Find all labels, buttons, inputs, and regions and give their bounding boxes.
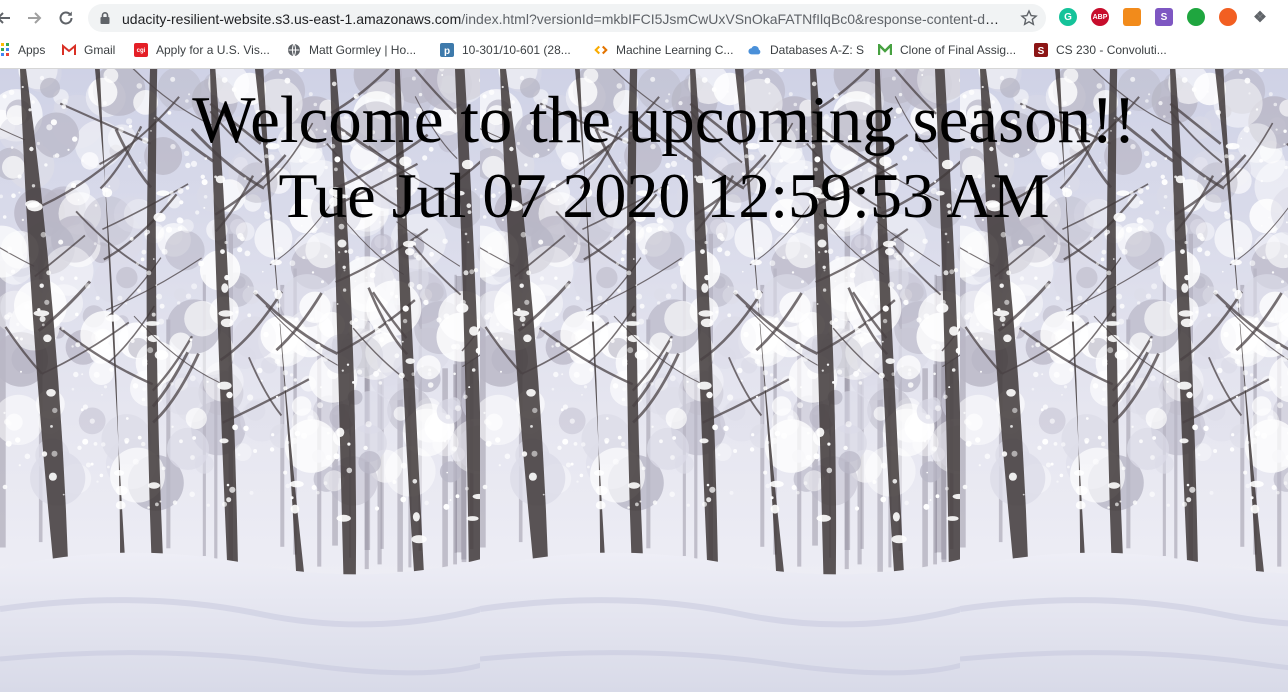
bookmark-label: 10-301/10-601 (28...: [462, 43, 571, 57]
bookmark-item[interactable]: Clone of Final Assig...: [878, 41, 1016, 59]
browser-chrome: udacity-resilient-website.s3.us-east-1.a…: [0, 0, 1288, 69]
piazza-icon: p: [440, 43, 454, 57]
extensions-puzzle-icon[interactable]: ❖: [1251, 8, 1269, 26]
globe-icon: [287, 43, 301, 57]
browser-toolbar: udacity-resilient-website.s3.us-east-1.a…: [0, 0, 1288, 36]
colab-icon: [594, 43, 608, 57]
url-text[interactable]: udacity-resilient-website.s3.us-east-1.a…: [122, 10, 1002, 28]
reload-button[interactable]: [54, 6, 78, 30]
forward-arrow-icon: [28, 12, 42, 24]
address-bar[interactable]: udacity-resilient-website.s3.us-east-1.a…: [88, 4, 1046, 32]
grammarly-icon[interactable]: G: [1059, 8, 1077, 26]
url-path: /index.html?versionId=mkbIFCI5JsmCwUxVSn…: [461, 11, 1002, 27]
lock-icon: [100, 12, 110, 24]
bookmark-item[interactable]: Machine Learning C...: [594, 41, 733, 59]
bookmark-item[interactable]: Databases A-Z: S: [748, 41, 864, 59]
back-button[interactable]: [0, 6, 16, 30]
bookmark-star-icon[interactable]: [1020, 9, 1038, 27]
page-headline: Welcome to the upcoming season!!: [192, 83, 1136, 157]
bookmark-item[interactable]: cgi Apply for a U.S. Vis...: [134, 41, 270, 59]
bookmark-label: CS 230 - Convoluti...: [1056, 43, 1167, 57]
bookmark-item[interactable]: p 10-301/10-601 (28...: [440, 41, 571, 59]
url-host: udacity-resilient-website.s3.us-east-1.a…: [122, 11, 462, 27]
adblock-plus-icon[interactable]: ABP: [1091, 8, 1109, 26]
overleaf-icon: [878, 43, 892, 57]
bookmark-label: Clone of Final Assig...: [900, 43, 1017, 57]
cgi-icon: cgi: [134, 43, 148, 57]
bookmark-item[interactable]: S CS 230 - Convoluti...: [1034, 41, 1167, 59]
honey-icon[interactable]: [1219, 8, 1237, 26]
svg-text:S: S: [1038, 46, 1045, 57]
reload-icon: [59, 11, 73, 25]
bookmark-label: Databases A-Z: S: [770, 43, 865, 57]
stanford-icon: S: [1034, 43, 1048, 57]
bookmark-label: Apply for a U.S. Vis...: [156, 43, 270, 57]
back-arrow-icon: [0, 12, 10, 24]
gmail-icon: [62, 43, 76, 57]
bookmark-item[interactable]: Gmail: [62, 41, 115, 59]
s-extension-icon[interactable]: S: [1155, 8, 1173, 26]
bookmark-item[interactable]: Apps: [0, 41, 45, 59]
bookmark-label: Machine Learning C...: [616, 43, 734, 57]
forward-button[interactable]: [22, 6, 46, 30]
bookmark-label: Matt Gormley | Ho...: [309, 43, 417, 57]
bookmark-label: Gmail: [84, 43, 116, 57]
svg-text:cgi: cgi: [137, 48, 146, 54]
bookmarks-bar: Apps Gmail cgi Apply for a U.S. Vis... Matt …: [0, 36, 1288, 64]
svg-text:p: p: [444, 46, 450, 57]
layout-extension-icon[interactable]: [1123, 8, 1141, 26]
bookmark-label: Apps: [18, 43, 46, 57]
bookmark-item[interactable]: Matt Gormley | Ho...: [287, 41, 416, 59]
page-viewport: Welcome to the upcoming season!! Tue Jul…: [0, 69, 1288, 692]
cloud-icon: [748, 43, 762, 57]
evernote-icon[interactable]: [1187, 8, 1205, 26]
apps-grid-icon: [0, 43, 10, 57]
current-datetime: Tue Jul 07 2020 12:59:53 AM: [278, 160, 1050, 231]
